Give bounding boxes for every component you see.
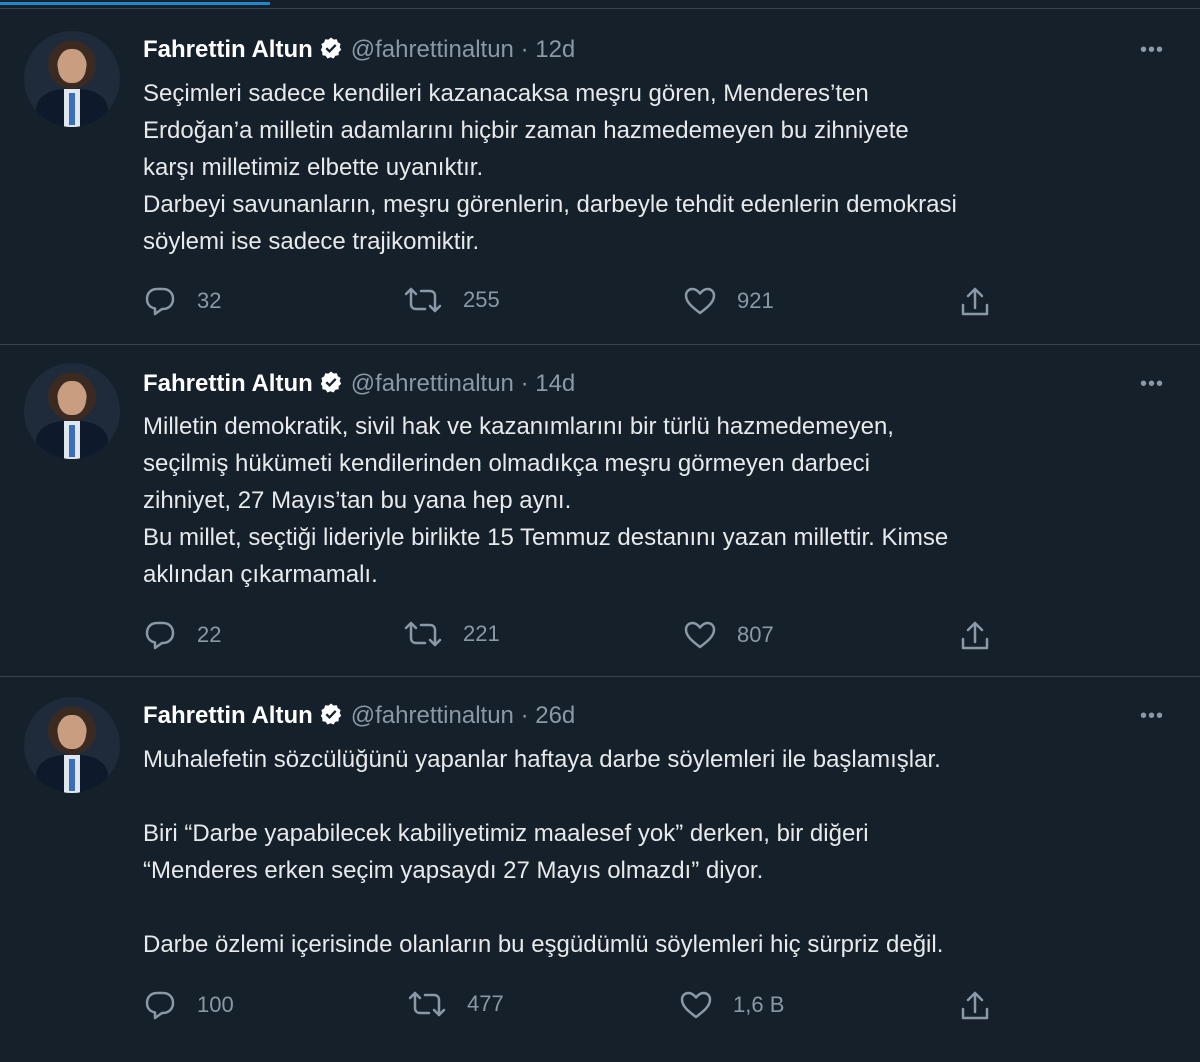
tweet-header: Fahrettin Altun @fahrettinaltun · 12d	[143, 35, 575, 68]
tweet-time[interactable]: 12d	[535, 36, 575, 63]
reply-count: 32	[197, 288, 222, 313]
retweet-icon	[408, 991, 446, 1017]
share-button[interactable]	[958, 989, 1012, 1023]
reply-icon	[145, 991, 175, 1020]
author-name[interactable]: Fahrettin Altun	[143, 370, 313, 397]
verified-badge-icon	[319, 36, 343, 68]
verified-badge-icon	[319, 370, 343, 402]
like-button[interactable]: 1,6 B	[679, 989, 784, 1021]
like-icon	[680, 991, 712, 1019]
share-icon	[961, 621, 989, 650]
author-handle[interactable]: @fahrettinaltun	[351, 370, 514, 397]
retweet-button[interactable]: 477	[407, 989, 504, 1019]
reply-button[interactable]: 32	[143, 285, 221, 317]
reply-count: 100	[197, 992, 234, 1017]
reply-icon	[145, 287, 175, 316]
retweet-button[interactable]: 255	[403, 285, 500, 315]
tweet-text: Muhalefetin sözcülüğünü yapanlar haftaya…	[143, 746, 944, 958]
author-handle[interactable]: @fahrettinaltun	[351, 36, 514, 63]
verified-badge-icon	[319, 702, 343, 734]
share-button[interactable]	[958, 285, 1012, 319]
retweet-count: 255	[463, 287, 500, 312]
like-count: 807	[737, 622, 774, 647]
avatar[interactable]	[24, 697, 120, 793]
tweet-time[interactable]: 14d	[535, 370, 575, 397]
like-count: 1,6 B	[733, 992, 785, 1017]
tweet-header: Fahrettin Altun @fahrettinaltun · 26d	[143, 701, 575, 734]
reply-icon	[145, 621, 175, 650]
author-name[interactable]: Fahrettin Altun	[143, 702, 313, 729]
tweet-header: Fahrettin Altun @fahrettinaltun · 14d	[143, 369, 575, 402]
like-icon	[684, 287, 716, 315]
share-icon	[961, 991, 989, 1020]
separator-dot: ·	[520, 36, 529, 63]
tweet-text: Milletin demokratik, sivil hak ve kazanı…	[143, 413, 949, 588]
retweet-count: 221	[463, 621, 500, 646]
retweet-button[interactable]: 221	[403, 619, 500, 649]
share-button[interactable]	[958, 619, 1012, 653]
like-icon	[684, 621, 716, 649]
tweet-time[interactable]: 26d	[535, 702, 575, 729]
tweet-text: Seçimleri sadece kendileri kazanacaksa m…	[143, 80, 957, 255]
avatar[interactable]	[24, 363, 120, 459]
like-button[interactable]: 807	[683, 619, 774, 651]
active-tab-indicator	[0, 2, 270, 5]
reply-button[interactable]: 100	[143, 989, 234, 1021]
reply-button[interactable]: 22	[143, 619, 221, 651]
tweet-actions: 32 255 921	[143, 285, 1023, 321]
tweet-actions: 100 477 1,6 B	[143, 989, 1023, 1025]
more-icon[interactable]: •••	[1140, 705, 1164, 728]
tweet[interactable]: Fahrettin Altun @fahrettinaltun · 26d •••…	[0, 676, 1200, 1057]
more-icon[interactable]: •••	[1140, 39, 1164, 62]
reply-count: 22	[197, 622, 222, 647]
tweet[interactable]: Fahrettin Altun @fahrettinaltun · 14d •••…	[0, 344, 1200, 675]
share-icon	[961, 287, 989, 316]
separator-dot: ·	[520, 370, 529, 397]
retweet-icon	[404, 287, 442, 313]
top-bar	[0, 0, 1200, 8]
tweet[interactable]: Fahrettin Altun @fahrettinaltun · 12d •••…	[0, 8, 1200, 339]
tweet-actions: 22 221 807	[143, 619, 1023, 655]
retweet-icon	[404, 621, 442, 647]
separator-dot: ·	[520, 702, 529, 729]
avatar[interactable]	[24, 31, 120, 127]
retweet-count: 477	[467, 991, 504, 1016]
like-button[interactable]: 921	[683, 285, 774, 317]
author-name[interactable]: Fahrettin Altun	[143, 36, 313, 63]
author-handle[interactable]: @fahrettinaltun	[351, 702, 514, 729]
like-count: 921	[737, 288, 774, 313]
more-icon[interactable]: •••	[1140, 373, 1164, 396]
